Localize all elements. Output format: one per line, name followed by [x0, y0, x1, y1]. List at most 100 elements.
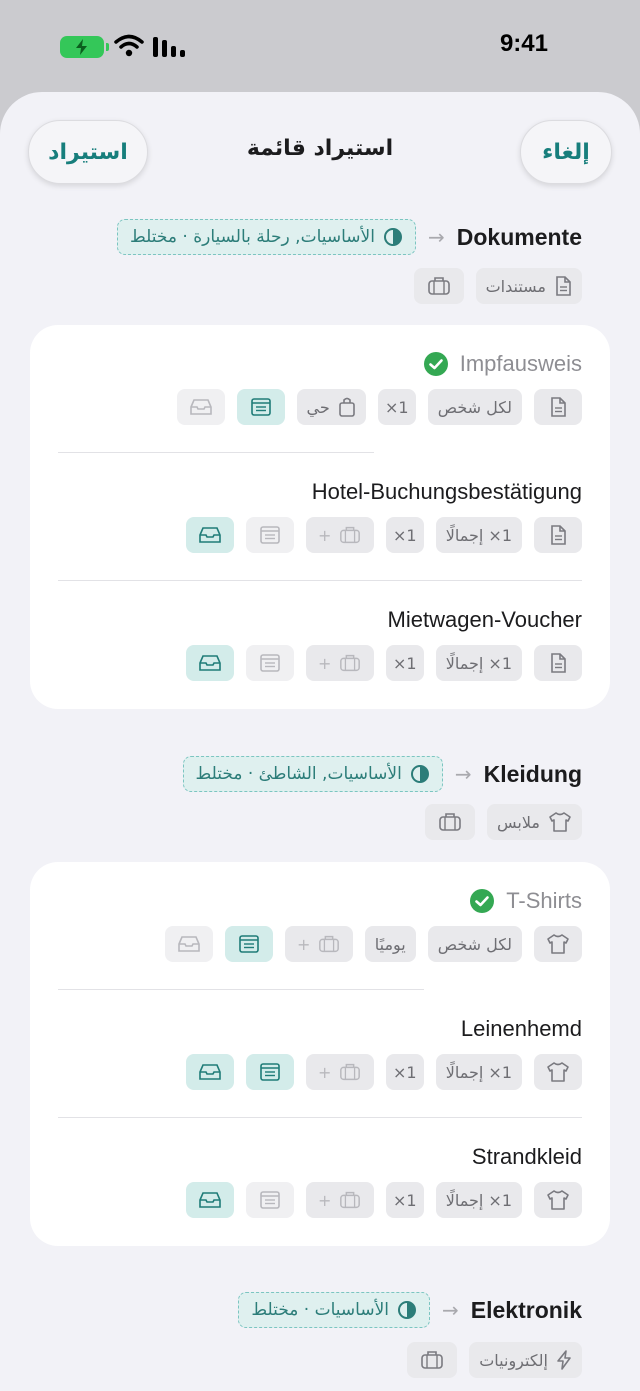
- suitcase-icon: [340, 1063, 361, 1081]
- bag-icon: [338, 397, 355, 417]
- bag-chip[interactable]: حي: [296, 389, 366, 425]
- category-meta-elektronik: إلكترونيات: [407, 1342, 582, 1378]
- list-item[interactable]: Leinenhemd 1× إجمالًا 1× +: [30, 990, 610, 1118]
- list-icon: [259, 1191, 280, 1209]
- tray-toggle[interactable]: [185, 1182, 234, 1218]
- document-icon: [551, 397, 566, 417]
- category-type-chip[interactable]: ملابس: [487, 804, 582, 840]
- category-meta-dokumente: مستندات: [413, 268, 582, 304]
- item-type-chip[interactable]: [534, 645, 582, 681]
- item-type-chip[interactable]: [534, 926, 582, 962]
- sheet-title: استيراد قائمة: [246, 136, 394, 161]
- item-chips: 1× إجمالًا 1× +: [185, 1054, 582, 1090]
- suitcase-icon: [427, 277, 450, 295]
- item-chips: 1× إجمالًا 1× +: [185, 1182, 582, 1218]
- category-header-dokumente: الأساسيات, رحلة بالسيارة · مختلط → Dokum…: [117, 217, 582, 257]
- list-item[interactable]: Impfausweis لكل شخص 1× حي: [30, 325, 610, 453]
- bag-chip-label: حي: [306, 397, 330, 417]
- multiplier-chip[interactable]: 1×: [377, 389, 416, 425]
- document-icon: [551, 525, 566, 545]
- tray-icon: [177, 936, 200, 952]
- category-type-chip[interactable]: إلكترونيات: [469, 1342, 582, 1378]
- tray-icon: [198, 1064, 221, 1080]
- tray-toggle[interactable]: [185, 517, 234, 553]
- list-toggle[interactable]: [236, 389, 285, 425]
- multiplier-chip[interactable]: 1×: [385, 645, 424, 681]
- category-name: Elektronik: [470, 1296, 582, 1323]
- plus-icon: +: [318, 1190, 332, 1210]
- arrow-right-icon: →: [427, 225, 445, 249]
- category-type-label: مستندات: [485, 276, 546, 296]
- category-tag[interactable]: الأساسيات, الشاطئ · مختلط: [182, 756, 443, 792]
- item-title: Hotel-Buchungsbestätigung: [312, 479, 582, 505]
- list-icon: [259, 1063, 280, 1081]
- list-item[interactable]: Strandkleid 1× إجمالًا 1× +: [30, 1118, 610, 1246]
- tray-toggle[interactable]: [185, 1054, 234, 1090]
- item-title: Mietwagen-Voucher: [388, 607, 582, 633]
- list-toggle[interactable]: [245, 1054, 294, 1090]
- quantity-chip[interactable]: لكل شخص: [427, 926, 522, 962]
- category-tag-label: الأساسيات, رحلة بالسيارة · مختلط: [130, 227, 375, 247]
- list-toggle[interactable]: [245, 1182, 294, 1218]
- item-type-chip[interactable]: [534, 1182, 582, 1218]
- luggage-chip[interactable]: [413, 268, 464, 304]
- suitcase-icon: [340, 654, 361, 672]
- quantity-chip[interactable]: 1× إجمالًا: [435, 1054, 522, 1090]
- add-luggage-chip[interactable]: +: [305, 517, 374, 553]
- list-item[interactable]: Hotel-Buchungsbestätigung 1× إجمالًا 1× …: [30, 453, 610, 581]
- tray-toggle[interactable]: [185, 645, 234, 681]
- quantity-chip[interactable]: 1× إجمالًا: [435, 645, 522, 681]
- list-toggle[interactable]: [245, 645, 294, 681]
- luggage-chip[interactable]: [407, 1342, 458, 1378]
- multiplier-chip[interactable]: 1×: [385, 1054, 424, 1090]
- category-tag[interactable]: الأساسيات, رحلة بالسيارة · مختلط: [117, 219, 416, 255]
- arrow-right-icon: →: [442, 1298, 459, 1322]
- luggage-chip[interactable]: [425, 804, 476, 840]
- tshirt-icon: [547, 1062, 569, 1082]
- mixed-half-circle-icon: [383, 228, 402, 246]
- category-type-label: ملابس: [497, 812, 540, 832]
- item-type-chip[interactable]: [534, 389, 582, 425]
- item-chips: 1× إجمالًا 1× +: [185, 645, 582, 681]
- item-name: Leinenhemd: [460, 1016, 582, 1041]
- add-luggage-chip[interactable]: +: [305, 1182, 374, 1218]
- plus-icon: +: [297, 934, 311, 954]
- item-type-chip[interactable]: [534, 517, 582, 553]
- plus-icon: +: [318, 653, 332, 673]
- item-title: Leinenhemd: [461, 1016, 582, 1042]
- add-luggage-chip[interactable]: +: [305, 1054, 374, 1090]
- item-chips: لكل شخص 1× حي: [176, 389, 582, 425]
- list-toggle[interactable]: [224, 926, 273, 962]
- category-meta-kleidung: ملابس: [425, 804, 582, 840]
- list-toggle[interactable]: [245, 517, 294, 553]
- category-tag-label: الأساسيات · مختلط: [251, 1300, 390, 1320]
- list-item[interactable]: T-Shirts لكل شخص يوميًا +: [30, 862, 610, 990]
- quantity-chip[interactable]: لكل شخص: [427, 389, 522, 425]
- quantity-chip[interactable]: 1× إجمالًا: [435, 517, 522, 553]
- category-type-chip[interactable]: مستندات: [475, 268, 582, 304]
- status-time: 9:41: [499, 30, 548, 57]
- cancel-button[interactable]: إلغاء: [520, 120, 612, 184]
- multiplier-chip[interactable]: 1×: [385, 1182, 424, 1218]
- add-luggage-chip[interactable]: +: [284, 926, 353, 962]
- item-title: Strandkleid: [472, 1144, 582, 1170]
- wifi-icon: [114, 34, 144, 57]
- frequency-chip[interactable]: يوميًا: [364, 926, 416, 962]
- mixed-half-circle-icon: [398, 1301, 417, 1319]
- category-tag[interactable]: الأساسيات · مختلط: [238, 1292, 431, 1328]
- suitcase-icon: [340, 1191, 361, 1209]
- item-type-chip[interactable]: [534, 1054, 582, 1090]
- list-item[interactable]: Mietwagen-Voucher 1× إجمالًا 1× +: [30, 581, 610, 709]
- tray-icon: [198, 527, 221, 543]
- tray-toggle[interactable]: [176, 389, 225, 425]
- tshirt-icon: [547, 934, 569, 954]
- add-luggage-chip[interactable]: +: [305, 645, 374, 681]
- suitcase-icon: [319, 935, 340, 953]
- multiplier-chip[interactable]: 1×: [385, 517, 424, 553]
- quantity-chip[interactable]: 1× إجمالًا: [435, 1182, 522, 1218]
- checkmark-circle-icon: [423, 352, 448, 376]
- list-icon: [250, 398, 271, 416]
- tray-toggle[interactable]: [164, 926, 213, 962]
- import-button[interactable]: استيراد: [28, 120, 148, 184]
- item-name: Mietwagen-Voucher: [387, 607, 582, 632]
